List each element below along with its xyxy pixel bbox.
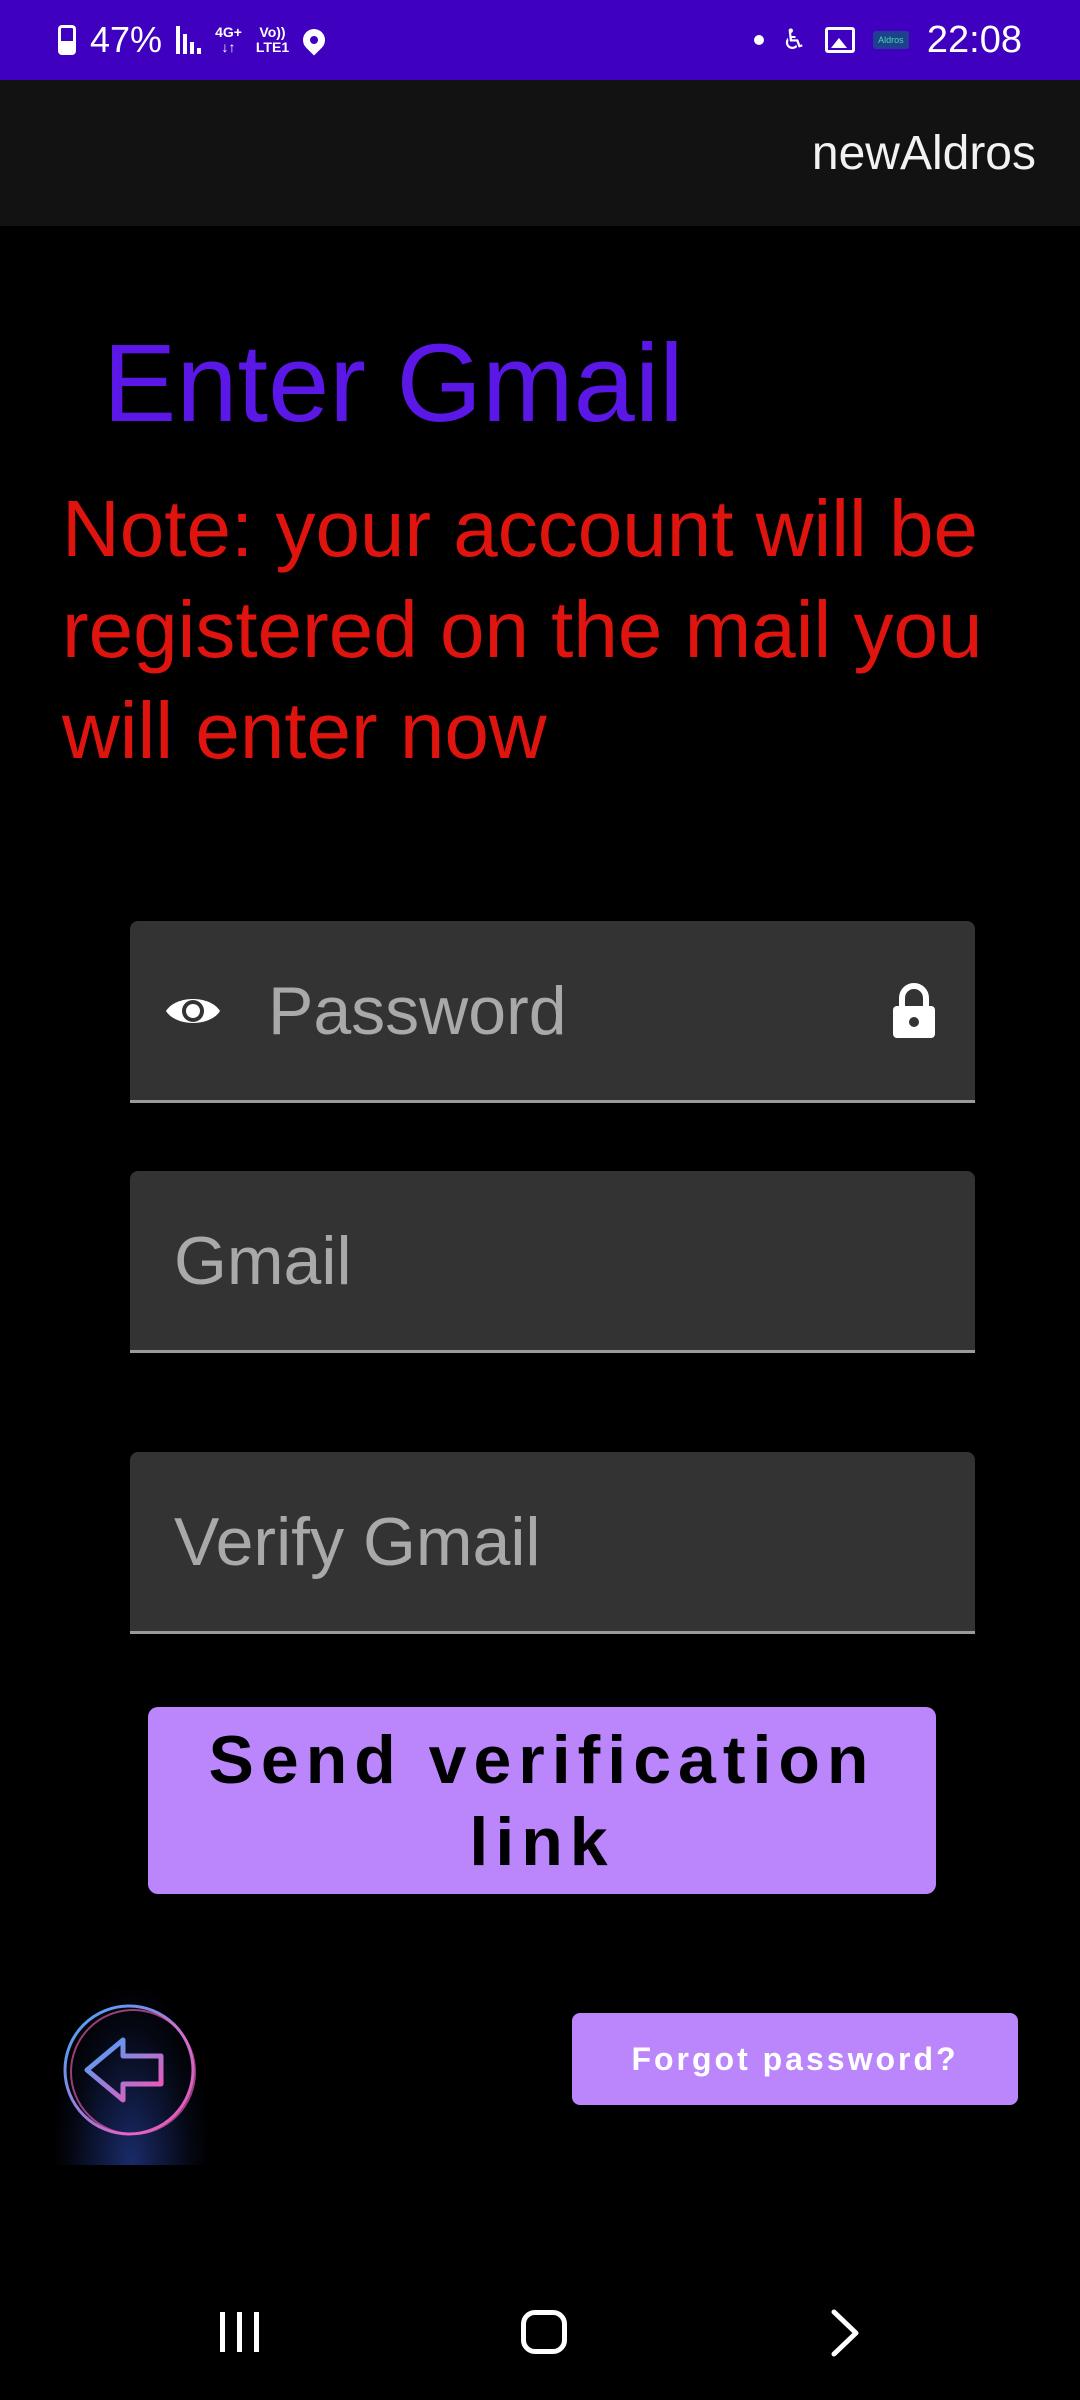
registration-note: Note: your account will be registered on… (62, 484, 983, 775)
network-type-label: 4G+ (215, 24, 242, 40)
navigation-bar (0, 2260, 1080, 2400)
accessibility-icon: ♿ (781, 24, 807, 55)
status-bar: 47% 4G+ ↓↑ Vo)) LTE1 ♿ Aldros 22:08 (0, 0, 1080, 80)
app-title: newAldros (811, 127, 1036, 180)
send-verification-button[interactable]: Send verification link (148, 1707, 936, 1894)
back-button[interactable] (56, 1990, 206, 2165)
recents-icon[interactable] (220, 2312, 259, 2352)
verify-gmail-input[interactable] (172, 1501, 935, 1582)
home-icon[interactable] (521, 2310, 567, 2354)
image-notification-icon (824, 27, 855, 53)
app-bar: newAldros (0, 80, 1080, 226)
app-notification-icon: Aldros (872, 31, 909, 49)
arrow-left-icon (63, 2004, 196, 2136)
lte-label: LTE1 (255, 39, 290, 55)
eye-icon[interactable] (164, 991, 222, 1031)
volte-label: Vo)) (259, 24, 286, 40)
gmail-field[interactable] (130, 1171, 975, 1353)
nav-back-icon[interactable] (826, 2308, 866, 2358)
page-title: Enter Gmail (103, 322, 684, 445)
password-field[interactable] (130, 921, 975, 1103)
verify-gmail-field[interactable] (130, 1452, 975, 1634)
volte-indicator: Vo)) LTE1 (256, 25, 289, 55)
battery-level: 47% (90, 19, 163, 60)
data-arrows-icon: ↓↑ (221, 39, 236, 55)
location-icon (298, 24, 330, 56)
gmail-input[interactable] (172, 1220, 935, 1301)
status-left: 47% 4G+ ↓↑ Vo)) LTE1 (58, 19, 330, 61)
signal-icon (176, 26, 202, 54)
forgot-password-button[interactable]: Forgot password? (572, 2013, 1018, 2105)
lock-icon (893, 982, 935, 1038)
password-input[interactable] (266, 970, 891, 1051)
network-type: 4G+ ↓↑ (215, 25, 242, 55)
battery-icon (58, 25, 76, 55)
notification-dot-icon (753, 35, 764, 45)
status-right: ♿ Aldros 22:08 (753, 18, 1022, 62)
clock: 22:08 (926, 18, 1022, 61)
